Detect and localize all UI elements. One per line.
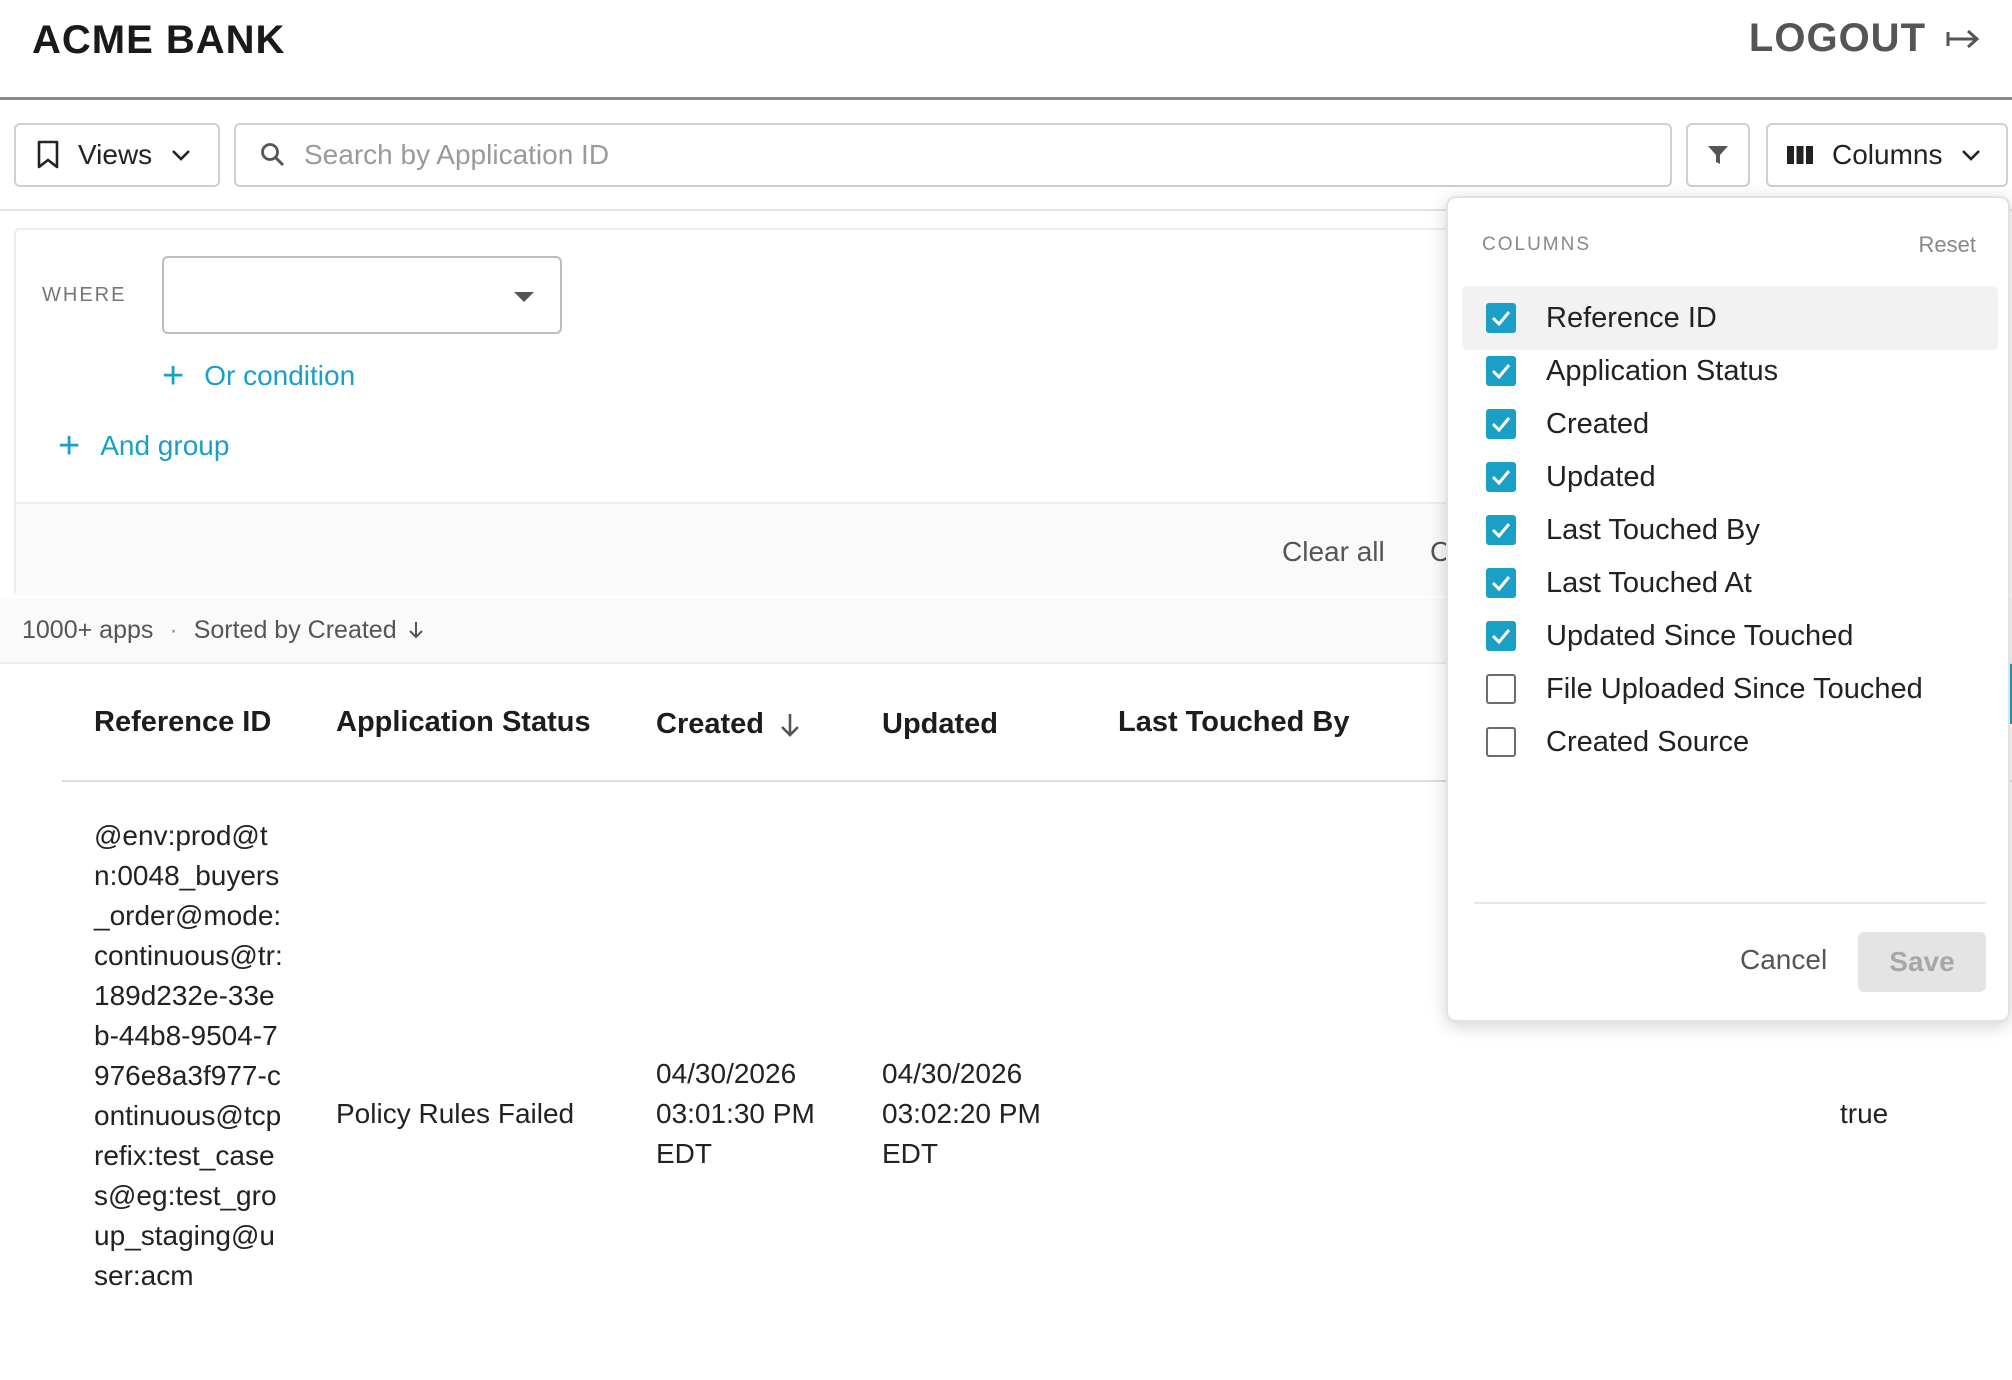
column-header-last-touched-by[interactable]: Last Touched By — [1118, 706, 1350, 739]
filter-icon — [1708, 146, 1728, 164]
column-header-application-status[interactable]: Application Status — [336, 706, 591, 739]
cancel-button[interactable]: Cancel — [1740, 944, 1827, 976]
column-option-label: Last Touched At — [1546, 566, 1752, 599]
logout-label: LOGOUT — [1748, 16, 1926, 60]
columns-label: Columns — [1832, 139, 1943, 170]
checkbox-unchecked-icon[interactable] — [1486, 674, 1516, 704]
checkbox-checked-icon[interactable] — [1486, 515, 1516, 545]
checkbox-checked-icon[interactable] — [1486, 356, 1516, 386]
views-dropdown-button[interactable]: Views — [14, 123, 220, 187]
column-option-label: Created Source — [1546, 725, 1750, 758]
and-group-button[interactable]: + And group — [58, 425, 230, 467]
column-option-label: Last Touched By — [1546, 513, 1760, 546]
column-option-label: Updated Since Touched — [1546, 619, 1854, 652]
top-header: ACME BANK LOGOUT — [0, 0, 2012, 100]
column-option-created-source[interactable]: Created Source — [1462, 710, 1998, 774]
checkbox-checked-icon[interactable] — [1486, 409, 1516, 439]
column-option-label: Updated — [1546, 460, 1656, 493]
clear-all-button[interactable]: Clear all — [1282, 536, 1385, 568]
or-condition-button[interactable]: + Or condition — [162, 355, 356, 397]
header-label: Created — [656, 708, 764, 740]
column-header-created[interactable]: Created — [656, 708, 802, 741]
columns-icon — [1787, 146, 1813, 164]
columns-popover: COLUMNS Reset Reference ID Application St… — [1446, 196, 2010, 1022]
header-label: Updated — [882, 708, 998, 740]
views-label: Views — [78, 139, 153, 170]
where-field-select[interactable] — [162, 256, 562, 334]
cell-created: 04/30/2026 03:01:30 PM EDT — [656, 1058, 815, 1169]
column-option-label: Created — [1546, 407, 1650, 440]
result-count: 1000+ apps — [22, 615, 154, 644]
or-condition-label: Or condition — [204, 360, 356, 391]
sort-arrow-down-icon — [781, 713, 799, 737]
reset-button[interactable]: Reset — [1919, 232, 1976, 258]
header-label: Reference ID — [94, 706, 272, 738]
chevron-down-icon — [172, 150, 191, 161]
toolbar: Views Columns — [0, 103, 2012, 211]
checkbox-checked-icon[interactable] — [1486, 568, 1516, 598]
cell-updated: 04/30/2026 03:02:20 PM EDT — [882, 1058, 1041, 1169]
filter-panel-footer: Clear all C — [16, 502, 1572, 596]
column-header-reference-id[interactable]: Reference ID — [94, 706, 271, 739]
sort-label: Sorted by Created — [193, 615, 397, 644]
bookmark-icon — [37, 140, 59, 169]
chevron-down-icon — [1962, 150, 1981, 161]
search-icon — [261, 143, 285, 167]
checkbox-checked-icon[interactable] — [1486, 621, 1516, 651]
cell-reference-id: @env:prod@tn:0048_buyers_order@mode:cont… — [94, 820, 283, 1291]
header-label: Application Status — [336, 706, 591, 738]
cell-updated-since-touched: true — [1840, 1098, 1889, 1129]
brand-logo: ACME BANK — [32, 18, 286, 62]
sort-indicator[interactable]: Sorted by Created — [194, 616, 425, 645]
meta-separator: · — [169, 615, 178, 644]
cell-application-status: Policy Rules Failed — [336, 1098, 575, 1129]
and-group-label: And group — [100, 430, 230, 461]
columns-dropdown-button[interactable]: Columns — [1766, 123, 2008, 187]
arrow-down-icon — [408, 622, 423, 639]
filter-panel: WHERE + Or condition + And group Clear a… — [14, 228, 1574, 596]
column-header-updated[interactable]: Updated — [882, 708, 998, 741]
column-option-label: Application Status — [1546, 354, 1779, 387]
column-option-label: Reference ID — [1546, 301, 1717, 334]
column-option-label: File Uploaded Since Touched — [1546, 672, 1923, 705]
checkbox-checked-icon[interactable] — [1486, 303, 1516, 333]
logout-arrow-icon — [1946, 29, 1980, 48]
search-bar — [234, 123, 1672, 187]
plus-icon: + — [162, 355, 185, 397]
checkbox-unchecked-icon[interactable] — [1486, 727, 1516, 757]
plus-icon: + — [58, 425, 81, 467]
header-label: Last Touched By — [1118, 706, 1350, 738]
popover-divider — [1474, 902, 1986, 904]
logout-button[interactable]: LOGOUT — [1749, 16, 1982, 61]
caret-down-icon — [514, 292, 534, 302]
where-label: WHERE — [42, 284, 127, 306]
popover-title: COLUMNS — [1482, 234, 1592, 255]
filter-button[interactable] — [1686, 123, 1750, 187]
save-button[interactable]: Save — [1858, 932, 1986, 992]
search-input[interactable] — [304, 139, 1604, 171]
checkbox-checked-icon[interactable] — [1486, 462, 1516, 492]
